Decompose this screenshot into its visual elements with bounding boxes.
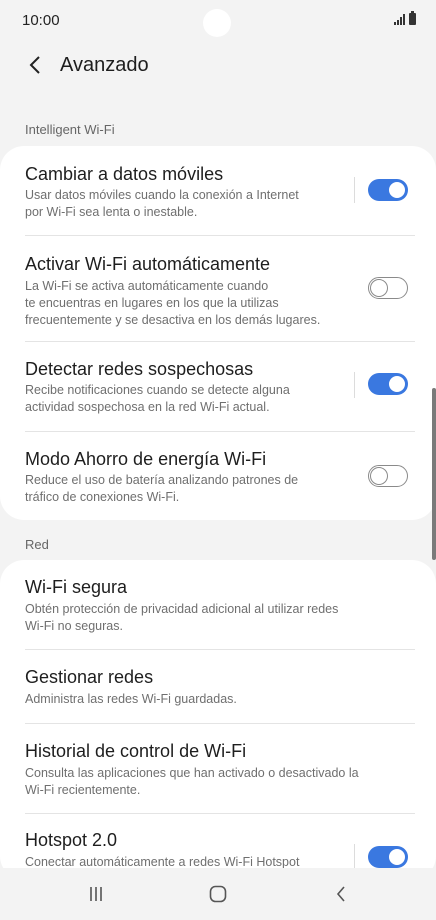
vertical-separator — [354, 372, 355, 398]
nav-back-button[interactable] — [326, 882, 356, 906]
item-title: Hotspot 2.0 — [25, 830, 118, 850]
toggle-activar-wifi-automaticamente[interactable] — [368, 277, 408, 299]
home-icon — [209, 885, 227, 903]
back-button[interactable] — [20, 50, 50, 80]
item-title: Wi-Fi segura — [25, 577, 128, 597]
item-subtitle: Usar datos móviles cuando la conexión a … — [25, 188, 299, 219]
item-title: Activar Wi-Fi automáticamente — [25, 254, 271, 274]
item-subtitle: Obtén protección de privacidad adicional… — [25, 602, 339, 633]
chevron-left-icon — [29, 56, 40, 74]
header: Avanzado — [0, 46, 436, 86]
item-subtitle: Reduce el uso de batería analizando patr… — [25, 473, 299, 504]
scrollbar[interactable] — [432, 388, 436, 560]
item-modo-ahorro-energia-wifi[interactable]: Modo Ahorro de energía Wi-Fi Reduce el u… — [0, 432, 436, 520]
item-cambiar-datos-moviles[interactable]: Cambiar a datos móviles Usar datos móvil… — [0, 146, 436, 236]
red-card: Wi-Fi segura Obtén protección de privaci… — [0, 560, 436, 880]
signal-icon — [394, 14, 405, 25]
item-gestionar-redes[interactable]: Gestionar redes Administra las redes Wi-… — [0, 650, 436, 724]
item-title: Modo Ahorro de energía Wi-Fi — [25, 449, 267, 469]
nav-recents-button[interactable] — [81, 882, 111, 906]
camera-cutout — [203, 9, 231, 37]
item-title: Historial de control de Wi-Fi — [25, 741, 247, 761]
intelligent-wifi-card: Cambiar a datos móviles Usar datos móvil… — [0, 146, 436, 520]
item-title: Detectar redes sospechosas — [25, 359, 254, 379]
navigation-bar — [0, 868, 436, 920]
section-label-red: Red — [25, 537, 49, 552]
battery-icon — [409, 11, 416, 25]
toggle-cambiar-datos-moviles[interactable] — [368, 179, 408, 201]
toggle-detectar-redes-sospechosas[interactable] — [368, 373, 408, 395]
item-historial-control-wifi[interactable]: Historial de control de Wi-Fi Consulta l… — [0, 724, 436, 814]
page-title: Avanzado — [60, 54, 149, 76]
status-time: 10:00 — [22, 12, 60, 29]
item-subtitle: Recibe notificaciones cuando se detecte … — [25, 383, 290, 414]
item-subtitle: Administra las redes Wi-Fi guardadas. — [25, 692, 237, 706]
item-wifi-segura[interactable]: Wi-Fi segura Obtén protección de privaci… — [0, 560, 436, 650]
vertical-separator — [354, 177, 355, 203]
toggle-hotspot-2[interactable] — [368, 846, 408, 868]
item-subtitle: La Wi-Fi se activa automáticamente cuand… — [25, 279, 321, 327]
item-title: Gestionar redes — [25, 667, 154, 687]
section-label-intelligent-wifi: Intelligent Wi-Fi — [25, 122, 115, 137]
item-title: Cambiar a datos móviles — [25, 164, 224, 184]
status-icons — [394, 11, 416, 25]
status-bar: 10:00 — [0, 0, 436, 40]
vertical-separator — [354, 844, 355, 870]
toggle-modo-ahorro-energia-wifi[interactable] — [368, 465, 408, 487]
item-subtitle: Consulta las aplicaciones que han activa… — [25, 766, 359, 797]
back-icon — [336, 886, 345, 902]
nav-home-button[interactable] — [203, 882, 233, 906]
item-detectar-redes-sospechosas[interactable]: Detectar redes sospechosas Recibe notifi… — [0, 342, 436, 432]
recents-icon — [90, 887, 102, 901]
item-activar-wifi-automaticamente[interactable]: Activar Wi-Fi automáticamente La Wi-Fi s… — [0, 236, 436, 342]
